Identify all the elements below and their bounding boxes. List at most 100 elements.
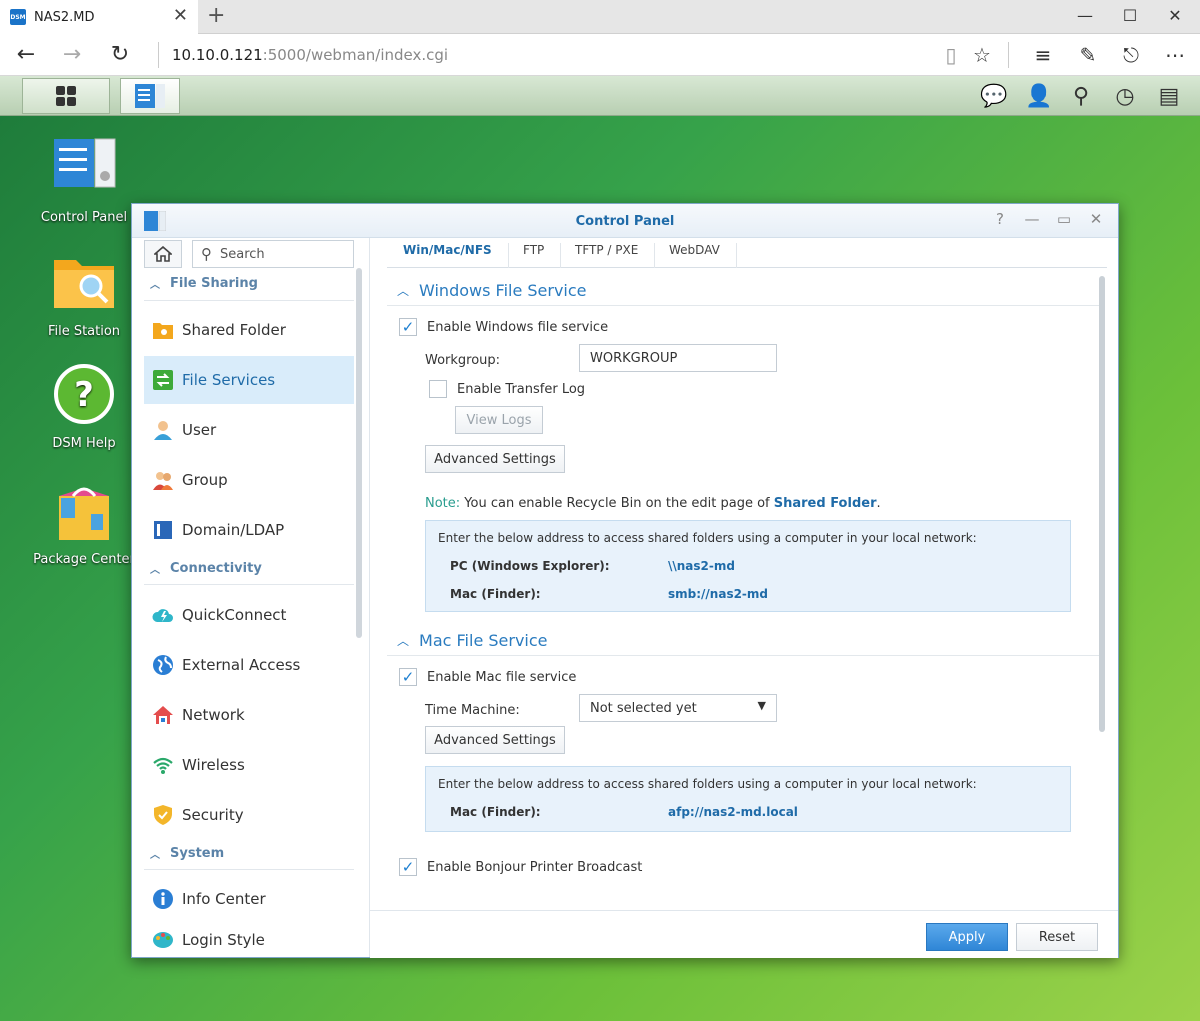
time-machine-select[interactable]: Not selected yet ▼ xyxy=(579,694,777,722)
apply-button[interactable]: Apply xyxy=(926,923,1008,951)
shield-icon xyxy=(152,804,174,826)
grid-menu-icon xyxy=(56,86,76,106)
desktop-icon-package-center[interactable]: Package Center xyxy=(30,478,138,567)
info-header: Enter the below address to access shared… xyxy=(438,777,977,791)
url-host: 10.10.0.121 xyxy=(172,46,263,64)
sidebar-item-login-style[interactable]: Login Style xyxy=(144,925,354,955)
tab-ftp[interactable]: FTP xyxy=(507,243,562,268)
enable-bonjour-checkbox[interactable]: ✓ Enable Bonjour Printer Broadcast xyxy=(399,858,642,876)
control-panel-window: Control Panel ? — ▭ ✕ ⚲ Search ︿ File Sha… xyxy=(131,203,1119,958)
desktop-icon-dsm-help[interactable]: ? DSM Help xyxy=(30,362,138,451)
desktop-icon-file-station[interactable]: File Station xyxy=(30,250,138,339)
windows-address-info: Enter the below address to access shared… xyxy=(425,520,1071,612)
checkbox-label: Enable Mac file service xyxy=(427,669,577,685)
sidebar-item-external-access[interactable]: External Access xyxy=(144,641,354,689)
close-window-icon[interactable]: ✕ xyxy=(1160,4,1190,28)
shared-folder-link[interactable]: Shared Folder xyxy=(774,496,877,511)
refresh-icon[interactable]: ↻ xyxy=(106,42,134,68)
windows-advanced-settings-button[interactable]: Advanced Settings xyxy=(425,445,565,473)
notification-chat-icon[interactable]: 💬 xyxy=(980,84,1007,110)
sidebar-item-label: Login Style xyxy=(182,931,265,949)
user-account-icon[interactable]: 👤 xyxy=(1025,84,1052,110)
workgroup-input[interactable]: WORKGROUP xyxy=(579,344,777,372)
view-logs-button[interactable]: View Logs xyxy=(455,406,543,434)
help-question-icon: ? xyxy=(54,364,114,424)
resource-monitor-icon[interactable]: ◷ xyxy=(1112,84,1138,110)
checkbox-label: Enable Transfer Log xyxy=(457,381,586,397)
enable-mac-checkbox[interactable]: ✓ Enable Mac file service xyxy=(399,668,576,686)
enable-transfer-log-checkbox[interactable]: Enable Transfer Log xyxy=(429,380,585,398)
time-machine-label: Time Machine: xyxy=(425,703,520,718)
sidebar-item-label: Wireless xyxy=(182,756,245,774)
recycle-bin-note: Note: You can enable Recycle Bin on the … xyxy=(425,496,881,511)
share-icon[interactable]: ⎋ xyxy=(1118,43,1144,67)
chevron-up-icon: ︿ xyxy=(150,565,160,576)
content-scrollbar[interactable] xyxy=(1099,276,1105,732)
enable-windows-checkbox[interactable]: ✓ Enable Windows file service xyxy=(399,318,608,336)
search-icon[interactable]: ⚲ xyxy=(1068,84,1094,110)
forward-icon[interactable]: → xyxy=(58,42,86,68)
globe-icon xyxy=(152,654,174,676)
search-icon: ⚲ xyxy=(201,245,212,263)
sidebar-item-shared-folder[interactable]: Shared Folder xyxy=(144,306,354,354)
more-icon[interactable]: ⋯ xyxy=(1162,43,1188,67)
info-header: Enter the below address to access shared… xyxy=(438,531,977,545)
web-note-icon[interactable]: ✎ xyxy=(1075,43,1101,67)
desktop-icon-label: Package Center xyxy=(33,552,135,567)
hub-icon[interactable]: ≡ xyxy=(1030,43,1056,67)
desktop-icon-label: File Station xyxy=(47,324,121,339)
reading-view-icon[interactable]: ▯ xyxy=(938,43,964,67)
sidebar-item-group[interactable]: Group xyxy=(144,456,354,504)
favorite-star-icon[interactable]: ☆ xyxy=(969,43,995,67)
help-icon[interactable]: ? xyxy=(990,210,1010,228)
close-icon[interactable]: ✕ xyxy=(1086,210,1106,228)
control-panel-icon xyxy=(135,84,165,108)
control-panel-icon xyxy=(54,138,116,188)
minimize-icon[interactable]: — xyxy=(1022,210,1042,228)
sidebar-scrollbar[interactable] xyxy=(356,268,362,638)
folder-search-icon xyxy=(54,260,114,308)
desktop-icon-control-panel[interactable]: Control Panel xyxy=(30,136,138,225)
shopping-bag-icon xyxy=(59,487,109,540)
maximize-icon[interactable]: ☐ xyxy=(1115,4,1145,28)
sidebar-item-label: Domain/LDAP xyxy=(182,521,285,539)
sidebar-item-user[interactable]: User xyxy=(144,406,354,454)
main-menu-button[interactable] xyxy=(22,78,110,114)
search-input[interactable]: ⚲ Search xyxy=(192,240,354,268)
mac-advanced-settings-button[interactable]: Advanced Settings xyxy=(425,726,565,754)
url-field[interactable]: 10.10.0.121:5000/webman/index.cgi xyxy=(172,46,448,64)
sidebar-item-info-center[interactable]: Info Center xyxy=(144,875,354,923)
category-system[interactable]: ︿ System xyxy=(150,846,224,861)
sidebar-item-file-services[interactable]: File Services xyxy=(144,356,354,404)
network-house-icon xyxy=(152,704,174,726)
maximize-icon[interactable]: ▭ xyxy=(1054,210,1074,228)
sidebar-item-quickconnect[interactable]: QuickConnect xyxy=(144,591,354,639)
category-label: File Sharing xyxy=(170,276,258,291)
sidebar-item-security[interactable]: Security xyxy=(144,791,354,839)
tab-webdav[interactable]: WebDAV xyxy=(653,243,737,268)
reset-button[interactable]: Reset xyxy=(1016,923,1098,951)
sidebar-item-domain-ldap[interactable]: Domain/LDAP xyxy=(144,506,354,554)
settings-content: ︿ Windows File Service ✓ Enable Windows fi… xyxy=(387,270,1101,910)
browser-tab[interactable]: DSM NAS2.MD ✕ xyxy=(0,0,198,34)
close-tab-icon[interactable]: ✕ xyxy=(173,6,188,26)
sidebar-item-label: File Services xyxy=(182,371,276,389)
quickconnect-cloud-icon xyxy=(152,604,174,626)
window-footer: Apply Reset xyxy=(370,910,1118,958)
taskbar-control-panel-button[interactable] xyxy=(120,78,180,114)
sidebar-item-wireless[interactable]: Wireless xyxy=(144,741,354,789)
category-connectivity[interactable]: ︿ Connectivity xyxy=(150,561,262,576)
category-file-sharing[interactable]: ︿ File Sharing xyxy=(150,276,258,291)
back-icon[interactable]: ← xyxy=(12,42,40,68)
window-title-bar[interactable]: Control Panel ? — ▭ ✕ xyxy=(132,204,1118,238)
section-windows-file-service[interactable]: ︿ Windows File Service xyxy=(387,276,1101,306)
tab-win-mac-nfs[interactable]: Win/Mac/NFS xyxy=(387,243,509,268)
widgets-icon[interactable]: ▤ xyxy=(1156,84,1182,110)
section-mac-file-service[interactable]: ︿ Mac File Service xyxy=(387,626,1101,656)
minimize-icon[interactable]: — xyxy=(1070,4,1100,28)
mac-smb-value: smb://nas2-md xyxy=(668,587,769,601)
new-tab-icon[interactable]: + xyxy=(207,4,225,28)
home-button[interactable] xyxy=(144,240,182,268)
sidebar-item-network[interactable]: Network xyxy=(144,691,354,739)
tab-tftp-pxe[interactable]: TFTP / PXE xyxy=(559,243,656,268)
